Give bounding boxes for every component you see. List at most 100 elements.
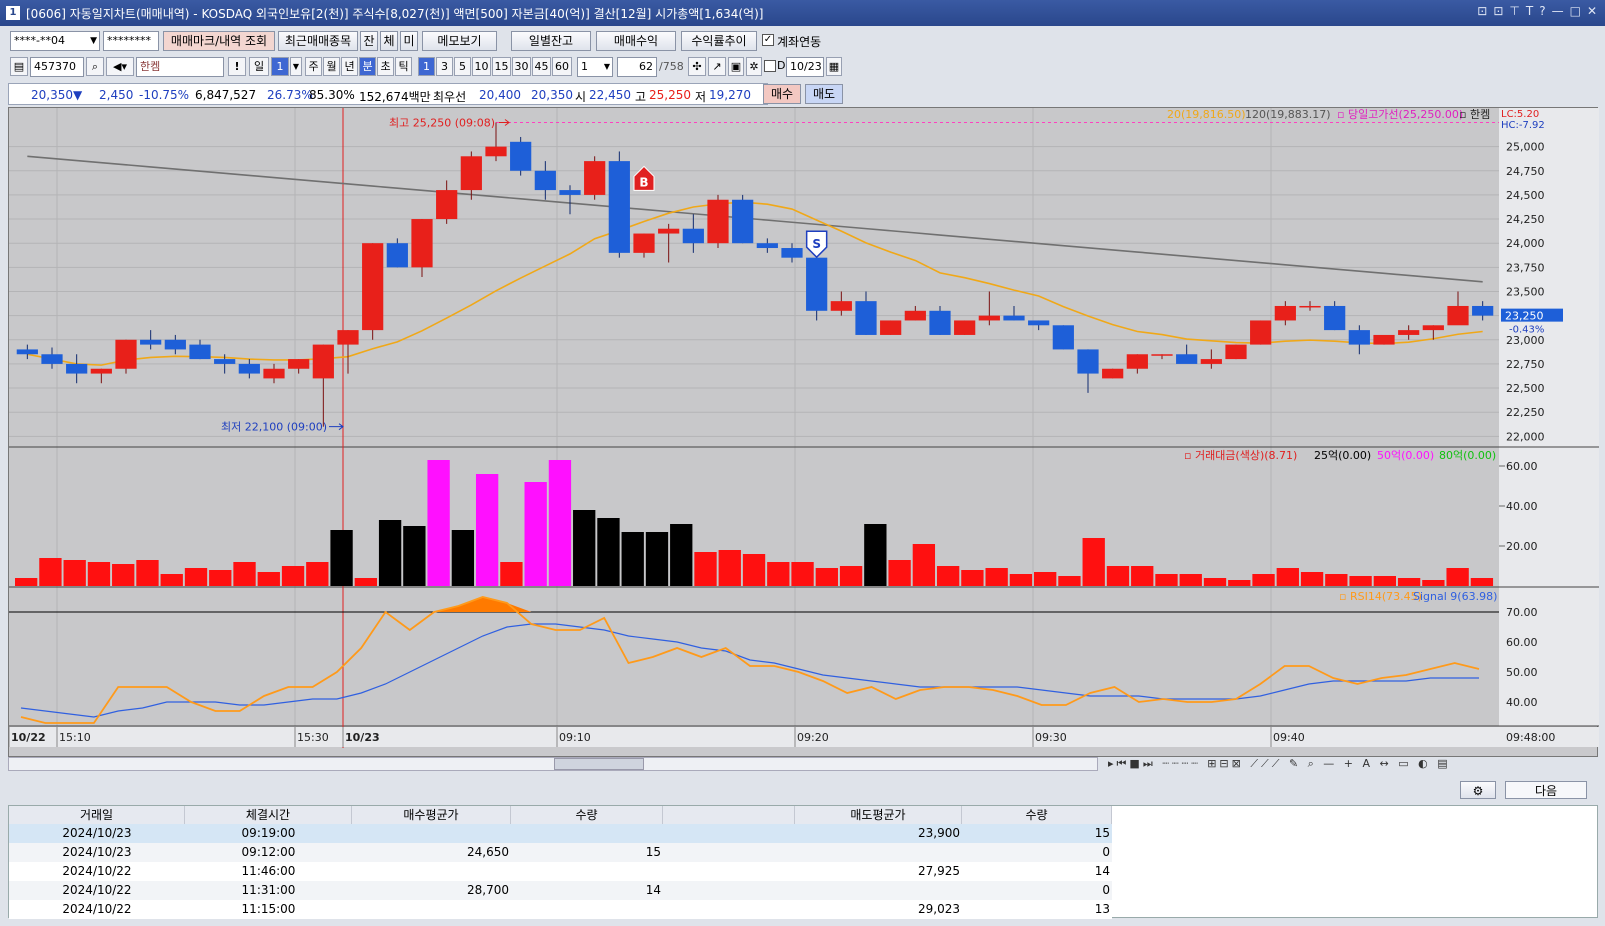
quote-bar: 20,350 ▼ 2,450 -10.75% 6,847,527 26.73% … <box>8 83 768 105</box>
alert-icon[interactable]: ! <box>228 57 246 76</box>
account-link-label: 계좌연동 <box>777 35 822 49</box>
timeframe-button[interactable]: 초 <box>377 57 394 76</box>
stock-name-field[interactable]: 한켐 <box>136 57 224 77</box>
daily-balance-button[interactable]: 일별잔고 <box>511 31 591 51</box>
table-row[interactable]: 2024/10/22 11:46:00 27,925 14 <box>9 862 1112 881</box>
save-icon[interactable]: ▣ <box>728 57 744 76</box>
minute-button[interactable]: 15 <box>492 57 511 76</box>
table-cell: 29,023 <box>918 902 960 916</box>
column-header[interactable]: 수량 <box>511 806 663 824</box>
table-row[interactable]: 2024/10/22 11:15:00 29,023 13 <box>9 900 1112 919</box>
volume-legend-80: 80억(0.00) <box>1439 449 1496 462</box>
minute-button[interactable]: 10 <box>472 57 491 76</box>
date-input[interactable]: 10/23 <box>786 57 824 77</box>
account-link-checkbox[interactable]: ✓ <box>762 34 774 46</box>
table-row[interactable]: 2024/10/22 11:31:00 28,700 14 0 <box>9 881 1112 900</box>
chart-tools[interactable]: ▸⏮■⏭ ┈┈┈┈ ⊞⊟⊠ ⟋⟋⟋ ✎ ⌕ — + A ↔ ▭ ◐ ▤ <box>1108 757 1598 771</box>
minute-button[interactable]: 45 <box>532 57 551 76</box>
mi-button[interactable]: 미 <box>400 31 418 51</box>
search-icon[interactable]: ⌕ <box>86 57 104 76</box>
crosshair-icon[interactable]: ✣ <box>688 57 706 76</box>
table-row[interactable]: 2024/10/23 09:19:00 23,900 15 <box>9 824 1112 843</box>
column-header[interactable]: 수량 <box>962 806 1112 824</box>
sound-icon[interactable]: ◀▾ <box>106 57 134 76</box>
timeframe-button[interactable]: 분 <box>359 57 376 76</box>
minute-button[interactable]: 30 <box>512 57 531 76</box>
period-count-button[interactable]: 1 <box>271 57 289 76</box>
best-label: 최우선 <box>433 90 467 104</box>
recent-trade-button[interactable]: 최근매매종목 <box>278 31 358 51</box>
candle-body <box>880 320 902 335</box>
stock-code-input[interactable]: 457370 <box>30 57 84 77</box>
memo-button[interactable]: 메모보기 <box>422 31 497 51</box>
column-header[interactable]: 매도평균가 <box>795 806 962 824</box>
close-icon[interactable]: ✕ <box>1587 4 1597 18</box>
high-price: 25,250 <box>649 88 691 102</box>
candle-body <box>608 161 630 253</box>
timeframe-button[interactable]: 년 <box>341 57 358 76</box>
jan-button[interactable]: 잔 <box>360 31 378 51</box>
minute-button[interactable]: 1 <box>418 57 435 76</box>
font-icon[interactable]: T <box>1526 4 1533 18</box>
column-header[interactable]: 체결시간 <box>185 806 352 824</box>
calendar-icon[interactable]: ▦ <box>826 57 842 76</box>
timeframe-button[interactable]: 주 <box>305 57 322 76</box>
table-cell <box>511 824 663 843</box>
volume-bar <box>451 530 475 586</box>
profit-rate-button[interactable]: 수익률추이 <box>681 31 757 51</box>
scroll-thumb[interactable] <box>554 758 644 770</box>
restore-icon[interactable]: ⊡ <box>1477 4 1487 18</box>
column-header[interactable] <box>663 806 795 824</box>
stock-name-value: 한켐 <box>140 60 161 73</box>
app-window: 1 [0606] 자동일지차트(매매내역) - KOSDAQ 외국인보유[2(천… <box>0 0 1605 926</box>
unit-value: 1 <box>581 60 588 73</box>
minute-button[interactable]: 5 <box>454 57 471 76</box>
rsi-tick-label: 40.00 <box>1506 696 1538 709</box>
volume-bar <box>670 524 693 586</box>
change-pct: -10.75% <box>139 88 190 102</box>
minute-button[interactable]: 3 <box>436 57 453 76</box>
table-cell: 14 <box>645 883 661 897</box>
timeframe-button[interactable]: 월 <box>323 57 340 76</box>
price-tick-label: 23,750 <box>1506 261 1545 274</box>
pointer-icon[interactable]: ↗ <box>708 57 726 76</box>
trade-mark-button[interactable]: 매매마크/내역 조회 <box>163 31 275 51</box>
d-checkbox[interactable] <box>764 60 776 72</box>
price-tick-label: 24,250 <box>1506 213 1545 226</box>
password-input[interactable]: ******** <box>103 31 159 51</box>
table-row[interactable]: 2024/10/23 09:12:00 24,650 15 0 <box>9 843 1112 862</box>
column-header[interactable]: 매수평균가 <box>352 806 511 824</box>
volume-bar <box>403 526 426 586</box>
chart-scrollbar[interactable] <box>8 757 1098 771</box>
unit-select[interactable]: 1 ▼ <box>577 57 613 77</box>
che-button[interactable]: 체 <box>380 31 398 51</box>
account-select[interactable]: ****-**04 ▼ <box>10 31 100 51</box>
volume-bar <box>1397 578 1421 586</box>
trade-profit-button[interactable]: 매매수익 <box>596 31 676 51</box>
volume-bar <box>1034 572 1057 586</box>
volume-bar <box>1252 574 1275 586</box>
period-day-button[interactable]: 일 <box>249 57 269 76</box>
next-button[interactable]: 다음 <box>1505 781 1587 799</box>
position-input[interactable]: 62 <box>617 57 657 77</box>
timeframe-button[interactable]: 틱 <box>395 57 412 76</box>
layout-icon[interactable]: ▤ <box>10 57 28 76</box>
gear-icon[interactable]: ✲ <box>746 57 762 76</box>
maximize-icon[interactable]: □ <box>1570 4 1581 18</box>
candle-body <box>1324 305 1346 331</box>
chart-canvas[interactable]: 25,000 24,750 24,500 24,250 24,000 23,750 23,5… <box>9 108 1599 758</box>
pin-icon[interactable]: ⊤ <box>1509 4 1519 18</box>
chevron-down-icon[interactable]: ▼ <box>290 57 302 76</box>
settings-gear-icon[interactable]: ⚙ <box>1460 781 1496 799</box>
candle-body <box>1422 325 1444 331</box>
column-header[interactable]: 거래일 <box>9 806 185 824</box>
minimize-icon[interactable]: — <box>1552 4 1564 18</box>
help-icon[interactable]: ? <box>1539 4 1545 18</box>
sell-button[interactable]: 매도 <box>805 84 843 104</box>
buy-button[interactable]: 매수 <box>763 84 801 104</box>
candle-body <box>362 243 384 331</box>
tile-icon[interactable]: ⊡ <box>1493 4 1503 18</box>
minute-button[interactable]: 60 <box>552 57 572 76</box>
volume-bar <box>281 566 305 586</box>
chart-area[interactable]: 25,000 24,750 24,500 24,250 24,000 23,750 23,5… <box>8 107 1599 758</box>
